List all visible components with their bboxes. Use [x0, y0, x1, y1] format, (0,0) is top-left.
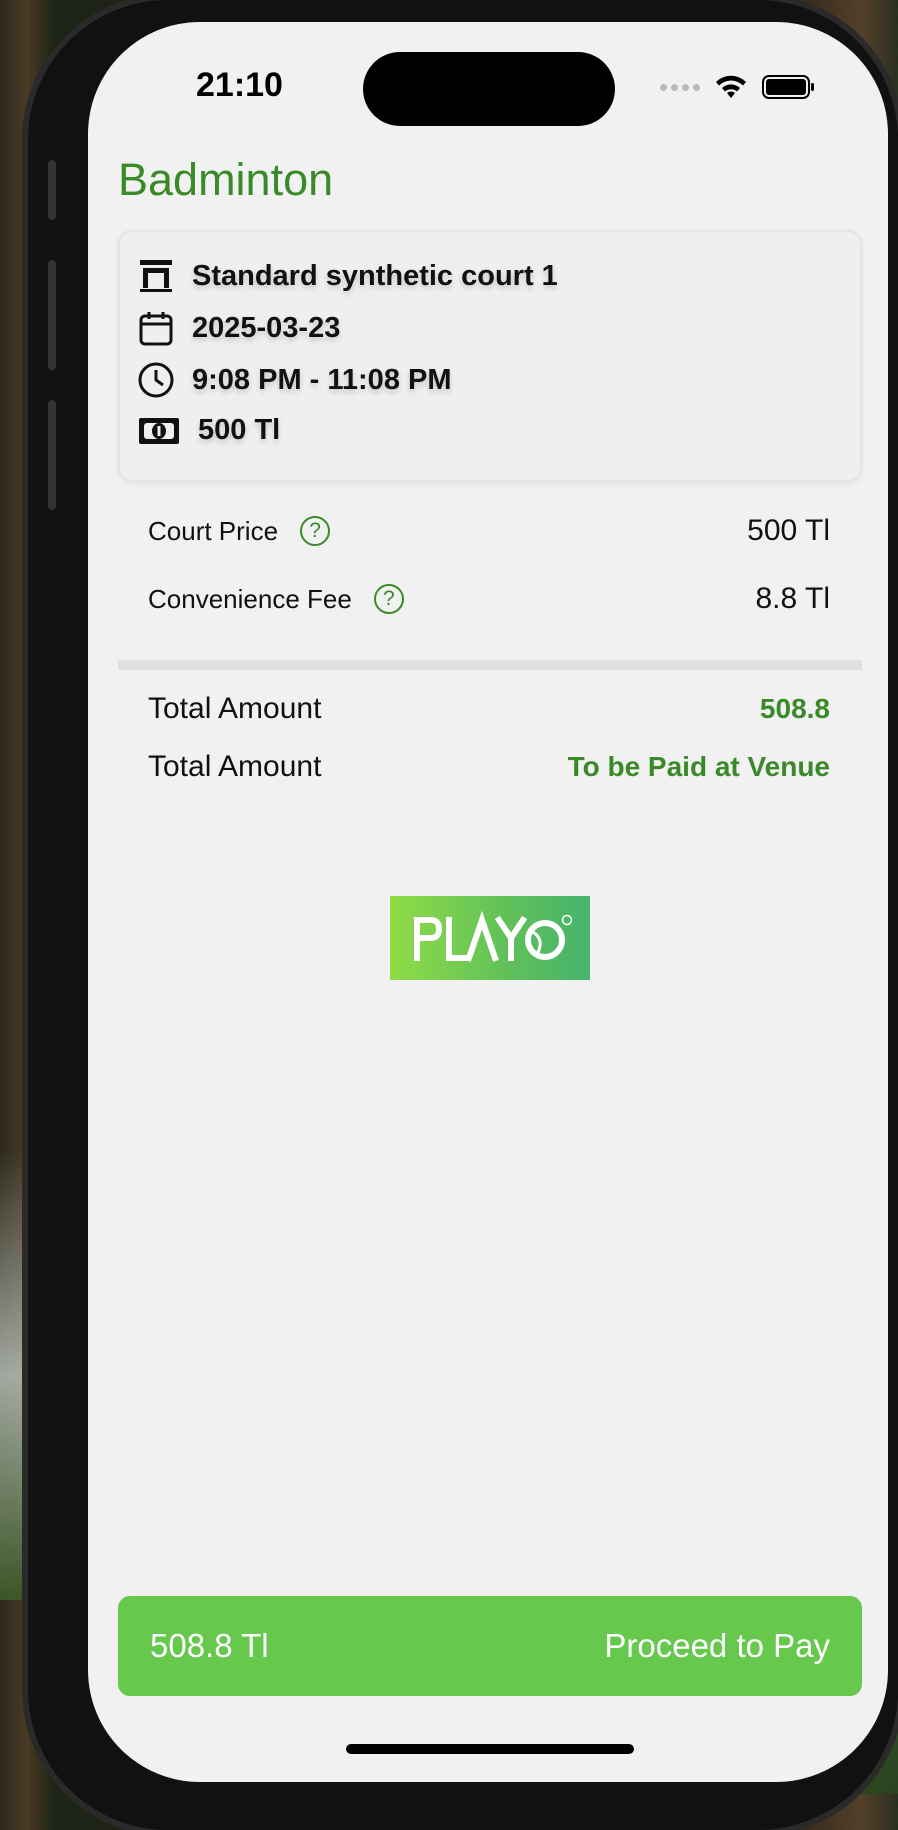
status-icons — [660, 74, 816, 100]
convenience-fee-value: 8.8 Tl — [755, 582, 831, 615]
section-divider — [118, 660, 862, 670]
booking-court: Standard synthetic court 1 — [192, 259, 558, 292]
convenience-fee-label: Convenience Fee — [148, 583, 352, 614]
total-amount-value: 508.8 — [759, 693, 830, 724]
court-price-label: Court Price — [148, 515, 279, 546]
total-amount-row: Total Amount 508.8 — [148, 692, 830, 726]
total-amount-label: Total Amount — [148, 692, 322, 725]
status-bar: 21:10 — [88, 22, 888, 142]
proceed-to-pay-label: Proceed to Pay — [604, 1627, 830, 1664]
page-title: Badminton — [118, 154, 334, 205]
help-icon[interactable]: ? — [373, 584, 404, 614]
home-indicator[interactable] — [346, 1744, 634, 1754]
side-button — [48, 260, 56, 370]
proceed-to-pay-button[interactable]: 508.8 Tl Proceed to Pay — [118, 1596, 862, 1696]
booking-court-row: Standard synthetic court 1 — [138, 258, 558, 294]
playo-wordmark — [414, 910, 573, 962]
convenience-fee-row: Convenience Fee ? 8.8 Tl — [148, 582, 830, 616]
booking-summary-card: Standard synthetic court 1 2025-03-23 9:… — [118, 230, 862, 482]
pay-at-venue-row: Total Amount To be Paid at Venue — [148, 750, 830, 784]
court-price-row: Court Price ? 500 Tl — [148, 514, 830, 548]
playo-logo — [390, 896, 590, 980]
pay-at-venue-label: Total Amount — [148, 750, 322, 783]
phone-frame: 21:10 Badminton Standard synthetic court… — [28, 0, 898, 1830]
pay-amount: 508.8 Tl — [150, 1627, 269, 1664]
dynamic-island — [363, 52, 615, 126]
wifi-icon — [716, 75, 746, 98]
signal-icon — [660, 83, 700, 91]
status-time: 21:10 — [196, 66, 283, 104]
booking-price-row: 500 Tl — [138, 414, 280, 447]
side-button — [48, 160, 56, 220]
help-icon[interactable]: ? — [300, 516, 331, 546]
clock-icon — [138, 362, 174, 398]
battery-icon — [762, 75, 814, 99]
cash-icon — [139, 417, 179, 444]
booking-time-row: 9:08 PM - 11:08 PM — [138, 362, 452, 398]
calendar-icon — [139, 312, 173, 346]
booking-price: 500 Tl — [198, 414, 281, 446]
court-icon — [140, 260, 172, 292]
court-price-value: 500 Tl — [747, 514, 830, 547]
booking-date-row: 2025-03-23 — [138, 310, 340, 346]
booking-date: 2025-03-23 — [192, 311, 341, 344]
app-screen: 21:10 Badminton Standard synthetic court… — [88, 22, 888, 1782]
booking-time-range: 9:08 PM - 11:08 PM — [192, 363, 452, 396]
side-button — [48, 400, 56, 510]
pay-at-venue-value: To be Paid at Venue — [567, 751, 830, 782]
